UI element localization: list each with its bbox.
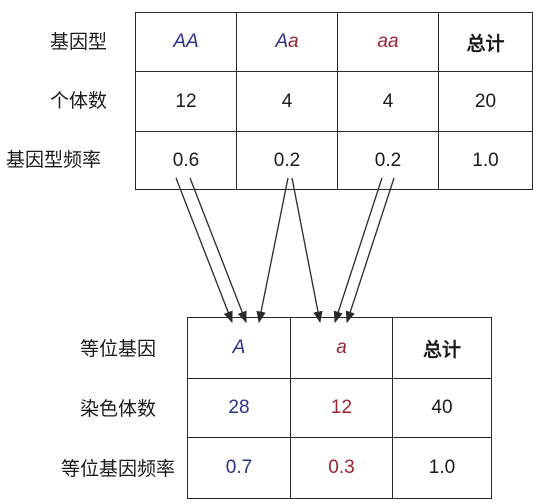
header-a: a xyxy=(290,318,392,378)
chromosome-count-a: 12 xyxy=(290,378,392,437)
arrow-aa-to-a-1 xyxy=(333,177,383,324)
allele-freq-total: 1.0 xyxy=(392,437,491,498)
chromosome-count-row-label: 染色体数 xyxy=(80,398,157,420)
arrow-Aa-to-a xyxy=(291,177,323,324)
arrow-AA-to-A-2 xyxy=(189,177,247,324)
allele-table: A a 总计 28 12 40 0.7 0.3 1.0 xyxy=(187,317,492,499)
arrow-Aa-to-A xyxy=(256,177,289,324)
allele-freq-a: 0.3 xyxy=(290,437,392,498)
chromosome-count-A: 28 xyxy=(188,378,290,437)
arrow-AA-to-A-1 xyxy=(175,177,233,324)
chromosome-count-total: 40 xyxy=(392,378,491,437)
arrow-aa-to-a-2 xyxy=(345,177,395,324)
allele-freq-A: 0.7 xyxy=(188,437,290,498)
allele-header-total: 总计 xyxy=(392,318,491,378)
header-A: A xyxy=(232,337,246,358)
allele-freq-row-label: 等位基因频率 xyxy=(61,458,176,480)
allele-row-label: 等位基因 xyxy=(80,338,157,360)
